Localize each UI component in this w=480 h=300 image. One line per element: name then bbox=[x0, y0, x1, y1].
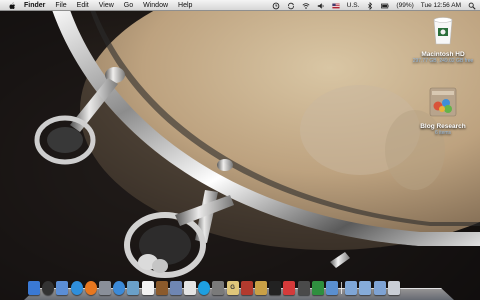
firefox-icon[interactable] bbox=[84, 281, 97, 295]
battery-icon[interactable] bbox=[381, 2, 390, 10]
menu-bar: Finder File Edit View Go Window Help U.S… bbox=[0, 0, 480, 11]
textedit-icon[interactable] bbox=[184, 281, 197, 295]
desktop-icon-label: Macintosh HD bbox=[421, 51, 465, 58]
documents-stack-icon[interactable] bbox=[359, 281, 372, 295]
menu-edit[interactable]: Edit bbox=[77, 0, 89, 11]
preview-icon[interactable] bbox=[169, 281, 182, 295]
ical-icon[interactable] bbox=[141, 281, 154, 295]
dashboard-icon[interactable] bbox=[42, 281, 55, 295]
notes-icon[interactable]: G bbox=[226, 281, 239, 295]
desktop-icon-info: 6 items bbox=[434, 130, 452, 136]
menu-window[interactable]: Window bbox=[143, 0, 168, 11]
menu-extras: U.S. (99%) Tue 12:56 AM bbox=[265, 0, 476, 11]
adium-icon[interactable] bbox=[283, 281, 296, 295]
battery-percent-label[interactable]: (99%) bbox=[396, 0, 413, 11]
skype-icon[interactable] bbox=[198, 281, 211, 295]
mail-icon[interactable] bbox=[56, 281, 69, 295]
downloads-stack-icon[interactable] bbox=[373, 281, 386, 295]
itunes-icon[interactable] bbox=[113, 281, 126, 295]
safari-icon[interactable] bbox=[70, 281, 83, 295]
dock-separator bbox=[341, 282, 343, 294]
dock: G bbox=[24, 280, 454, 300]
menu-finder[interactable]: Finder bbox=[24, 0, 45, 11]
time-machine-icon[interactable] bbox=[272, 2, 280, 10]
desktop-icon-macintosh-hd[interactable]: Macintosh HD 297.77 GB, 249.02 GB free bbox=[408, 14, 478, 65]
desktop-icon-label: Blog Research bbox=[420, 123, 466, 130]
folder-icon bbox=[429, 87, 457, 117]
desktop-icon-info: 297.77 GB, 249.02 GB free bbox=[412, 58, 474, 64]
activity-monitor-icon[interactable] bbox=[311, 281, 324, 295]
address-book-icon[interactable] bbox=[155, 281, 168, 295]
sync-icon[interactable] bbox=[287, 2, 295, 10]
trash-icon[interactable] bbox=[387, 281, 400, 295]
input-flag-icon[interactable] bbox=[332, 2, 340, 10]
stickies-icon[interactable] bbox=[325, 281, 338, 295]
menu-clock[interactable]: Tue 12:56 AM bbox=[421, 0, 461, 11]
dock-icon-glyph: G bbox=[230, 285, 235, 291]
dock-icon-row: G bbox=[28, 281, 402, 295]
bluetooth-icon[interactable] bbox=[366, 1, 374, 10]
finder-icon[interactable] bbox=[28, 281, 40, 295]
wifi-icon[interactable] bbox=[302, 2, 310, 10]
garageband-icon[interactable] bbox=[255, 281, 267, 295]
desktop-icon-blog-research[interactable]: Blog Research 6 items bbox=[414, 86, 472, 137]
system-preferences-icon[interactable] bbox=[98, 281, 111, 295]
iphoto-icon[interactable] bbox=[127, 281, 140, 295]
menu-file[interactable]: File bbox=[55, 0, 66, 11]
widget-icon[interactable] bbox=[297, 281, 310, 295]
menu-help[interactable]: Help bbox=[178, 0, 192, 11]
photobooth-icon[interactable] bbox=[240, 281, 253, 295]
volume-icon[interactable] bbox=[317, 2, 325, 10]
hard-drive-icon bbox=[433, 17, 453, 45]
keyboard-layout-label[interactable]: U.S. bbox=[347, 0, 360, 11]
menu-go[interactable]: Go bbox=[124, 0, 133, 11]
apple-logo-icon[interactable] bbox=[8, 1, 16, 10]
menu-view[interactable]: View bbox=[99, 0, 114, 11]
scripteditor-icon[interactable] bbox=[212, 281, 225, 295]
applications-stack-icon[interactable] bbox=[345, 281, 358, 295]
terminal-icon[interactable] bbox=[269, 281, 282, 295]
spotlight-icon[interactable] bbox=[468, 2, 476, 10]
